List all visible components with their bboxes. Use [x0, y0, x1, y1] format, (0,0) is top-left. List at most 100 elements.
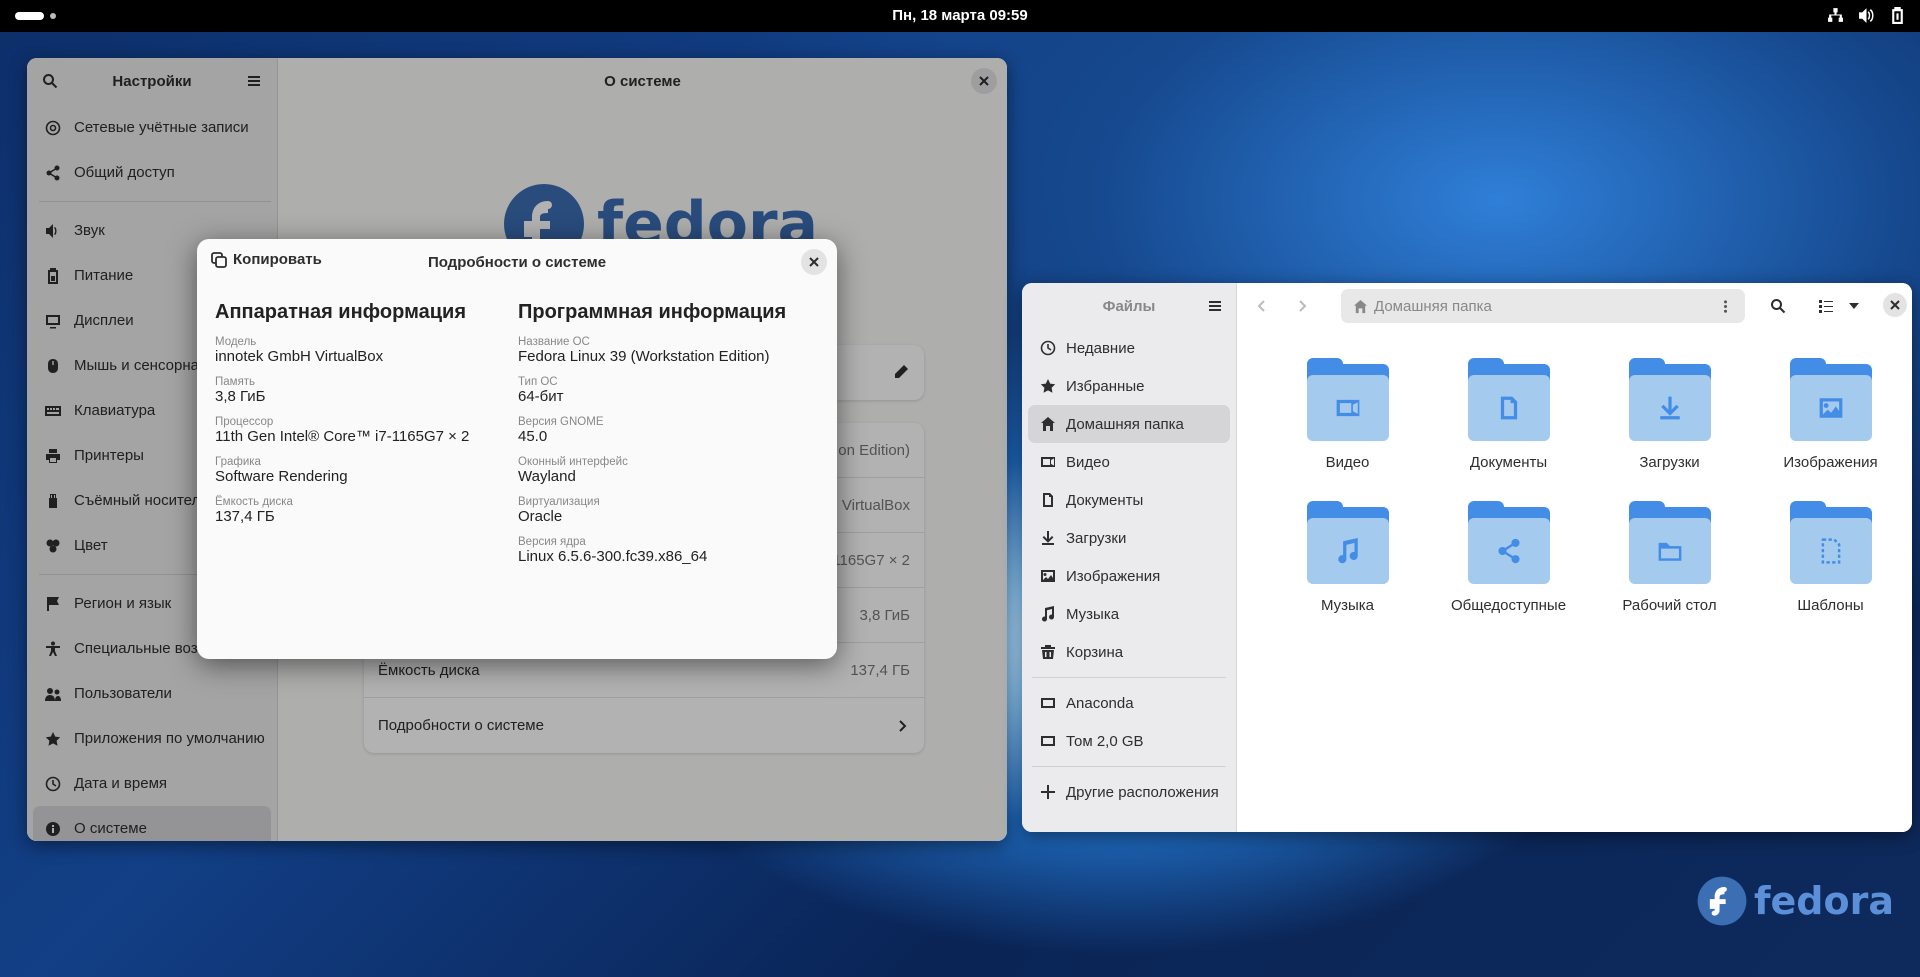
- close-icon: [1890, 300, 1900, 310]
- video-icon: [1336, 399, 1359, 417]
- folder-item[interactable]: Изображения: [1750, 358, 1911, 471]
- field-value: 137,4 ГБ: [215, 508, 275, 525]
- folder-icon: [1628, 358, 1711, 442]
- recent-icon: [1040, 340, 1056, 356]
- dialog-header: Копировать Подробности о системе: [197, 239, 837, 285]
- place-item-music[interactable]: Музыка: [1028, 595, 1230, 633]
- view-options-button[interactable]: [1841, 293, 1867, 319]
- chevron-down-icon: [1849, 303, 1859, 309]
- field-label: Графика: [215, 456, 261, 468]
- trash-icon: [1041, 645, 1055, 659]
- top-bar: Пн, 18 марта 09:59: [0, 0, 1920, 32]
- place-item-plus[interactable]: Другие расположения: [1028, 773, 1230, 811]
- folder-label: Изображения: [1783, 454, 1878, 471]
- folder-icon: [1467, 501, 1550, 585]
- place-item-download[interactable]: Загрузки: [1028, 519, 1230, 557]
- place-item-label: Anaconda: [1066, 694, 1134, 712]
- place-item-trash[interactable]: Корзина: [1028, 633, 1230, 671]
- battery-icon: [1892, 7, 1903, 24]
- chevron-right-icon: [1299, 300, 1307, 312]
- folder-item[interactable]: Документы: [1428, 358, 1589, 471]
- back-button[interactable]: [1249, 293, 1275, 319]
- network-icon: [1828, 8, 1843, 22]
- folder-item[interactable]: Рабочий стол: [1589, 501, 1750, 614]
- system-tray[interactable]: [1827, 7, 1906, 24]
- files-main: Домашняя папка Видео Документы Загрузки Изо…: [1237, 283, 1912, 832]
- star-icon: [1040, 379, 1056, 393]
- path-bar[interactable]: Домашняя папка: [1341, 289, 1745, 323]
- folder-item[interactable]: Общедоступные: [1428, 501, 1589, 614]
- field-label: Версия ядра: [518, 536, 586, 548]
- place-item-star[interactable]: Избранные: [1028, 367, 1230, 405]
- field-value: 64-бит: [518, 388, 564, 405]
- folder-item[interactable]: Музыка: [1267, 501, 1428, 614]
- folder-icon: [1628, 501, 1711, 585]
- place-item-label: Корзина: [1066, 643, 1124, 661]
- folder-item[interactable]: Загрузки: [1589, 358, 1750, 471]
- document-icon: [1500, 396, 1517, 420]
- folder-label: Общедоступные: [1450, 597, 1567, 614]
- list-view-icon: [1819, 300, 1833, 313]
- image-icon: [1041, 570, 1055, 582]
- folder-label: Музыка: [1320, 597, 1375, 614]
- drive-icon: [1041, 698, 1055, 708]
- place-item-home[interactable]: Домашняя папка: [1028, 405, 1230, 443]
- field-value: 11th Gen Intel® Core™ i7-1165G7 × 2: [215, 428, 470, 445]
- chevron-left-icon: [1257, 300, 1265, 312]
- drive-icon: [1041, 736, 1055, 746]
- folder-item[interactable]: Шаблоны: [1750, 501, 1911, 614]
- place-item-drive[interactable]: Anaconda: [1028, 684, 1230, 722]
- copy-icon: [211, 251, 227, 268]
- hardware-heading: Аппаратная информация: [215, 301, 466, 323]
- path-label: Домашняя папка: [1374, 297, 1492, 315]
- field-value: Linux 6.5.6-300.fc39.x86_64: [518, 548, 708, 565]
- folder-label: Шаблоны: [1797, 597, 1864, 614]
- files-close-button[interactable]: [1883, 293, 1907, 317]
- clock[interactable]: Пн, 18 марта 09:59: [0, 7, 1920, 24]
- home-icon: [1041, 417, 1055, 431]
- forward-button[interactable]: [1289, 293, 1315, 319]
- files-search-button[interactable]: [1765, 293, 1791, 319]
- folder-label: Рабочий стол: [1622, 597, 1717, 614]
- field-value: 3,8 ГиБ: [215, 388, 266, 405]
- plus-icon: [1041, 785, 1055, 799]
- place-item-label: Изображения: [1066, 567, 1161, 585]
- dialog-close-button[interactable]: [801, 249, 827, 275]
- field-value: Oracle: [518, 508, 563, 525]
- place-item-label: Домашняя папка: [1066, 415, 1184, 433]
- field-label: Виртуализация: [518, 496, 600, 508]
- view-list-button[interactable]: [1813, 293, 1839, 319]
- files-title: Файлы: [1102, 297, 1156, 315]
- hardware-section: Аппаратная информация Модель innotek GmbH…: [215, 301, 505, 536]
- place-item-label: Документы: [1066, 491, 1144, 509]
- download-icon: [1042, 531, 1054, 545]
- place-item-drive[interactable]: Том 2,0 GB: [1028, 722, 1230, 760]
- system-details-dialog: Копировать Подробности о системе Аппарат…: [197, 239, 837, 659]
- place-item-video[interactable]: Видео: [1028, 443, 1230, 481]
- place-item-image[interactable]: Изображения: [1028, 557, 1230, 595]
- field-label: Ёмкость диска: [215, 496, 293, 508]
- music-icon: [1042, 606, 1055, 622]
- field-value: Wayland: [518, 468, 576, 485]
- files-sidebar-header: Файлы: [1022, 283, 1236, 329]
- folder-label: Загрузки: [1639, 454, 1700, 471]
- fedora-logo-icon: [1697, 876, 1747, 926]
- path-menu-button[interactable]: [1715, 293, 1741, 319]
- place-item-recent[interactable]: Недавние: [1028, 329, 1230, 367]
- dialog-title: Подробности о системе: [427, 253, 607, 271]
- desktop-fedora-wordmark: fedora: [1754, 879, 1894, 923]
- field-value: Fedora Linux 39 (Workstation Edition): [518, 348, 770, 365]
- files-menu-button[interactable]: [1202, 293, 1228, 319]
- field-label: Процессор: [215, 416, 274, 428]
- place-item-label: Видео: [1066, 453, 1110, 471]
- folder-icon: [1306, 358, 1389, 442]
- folder-icon: [1467, 358, 1550, 442]
- volume-icon: [1859, 8, 1874, 23]
- field-label: Название ОС: [518, 336, 590, 348]
- folder-item[interactable]: Видео: [1267, 358, 1428, 471]
- place-item-document[interactable]: Документы: [1028, 481, 1230, 519]
- folder-grid: Видео Документы Загрузки Изображения Музыка О…: [1267, 358, 1911, 614]
- field-label: Версия GNOME: [518, 416, 604, 428]
- desktop-fedora-logo: fedora: [1697, 876, 1894, 926]
- copy-button[interactable]: Копировать: [211, 251, 322, 268]
